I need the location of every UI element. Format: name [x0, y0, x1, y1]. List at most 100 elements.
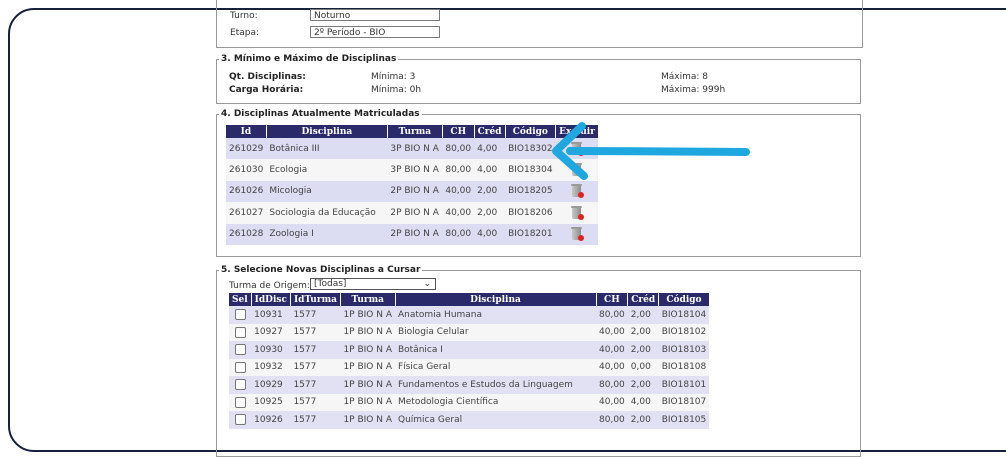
cell-codigo: BIO18101: [658, 376, 710, 394]
cell-id: 261030: [226, 159, 267, 181]
cell-ch: 40,00: [442, 180, 475, 203]
origin-select[interactable]: [Todas] ⌄: [310, 278, 436, 290]
col-disciplina: Disciplina: [266, 125, 388, 138]
cell-turma: 2P BIO N A: [387, 223, 443, 245]
cell-turma: 1P BIO N A: [340, 306, 395, 324]
new-course-row: 10927 1577 1P BIO N A Biologia Celular 40,00…: [229, 323, 710, 341]
trash-delete-icon[interactable]: [570, 205, 585, 221]
limits-legend: 3. Mínimo e Máximo de Disciplinas: [221, 54, 397, 64]
cell-codigo: BIO18107: [658, 393, 710, 411]
cell-turma: 1P BIO N A: [340, 358, 395, 376]
select-checkbox[interactable]: [234, 396, 246, 408]
cell-cred: 4,00: [474, 223, 506, 245]
cell-iddisc: 10930: [251, 341, 291, 359]
cell-disciplina: Ecologia: [266, 159, 388, 181]
cell-turma: 3P BIO N A: [387, 159, 443, 181]
col-codigo: Código: [658, 293, 710, 306]
cell-cred: 4,00: [474, 159, 506, 181]
enrolled-header-row: Id Disciplina Turma CH Créd Código Exclu…: [226, 125, 599, 138]
cell-ch: 80,00: [596, 306, 628, 324]
cell-sel: [229, 358, 252, 376]
cell-ch: 80,00: [442, 159, 475, 181]
select-checkbox[interactable]: [234, 326, 246, 338]
cell-cred: 4,00: [627, 393, 659, 411]
cell-iddisc: 10929: [251, 376, 291, 394]
turno-field: Noturno: [310, 9, 440, 21]
cell-cred: 0,00: [627, 358, 659, 376]
cell-disciplina: Anatomia Humana: [395, 306, 596, 324]
etapa-label: Etapa:: [230, 28, 259, 38]
cell-disciplina: Fundamentos e Estudos da Linguagem: [395, 376, 596, 394]
qt-max: Máxima: 8: [661, 72, 709, 82]
enrolled-row: 261026 Micologia 2P BIO N A 40,00 2,00 BIO182…: [226, 180, 599, 203]
cell-idturma: 1577: [290, 323, 341, 341]
cell-cred: 2,00: [627, 411, 659, 429]
cell-codigo: BIO18102: [658, 323, 710, 341]
new-course-row: 10931 1577 1P BIO N A Anatomia Humana 80,00 2…: [229, 306, 710, 324]
cell-sel: [229, 393, 252, 411]
new-courses-table: Sel IdDisc IdTurma Turma Disciplina CH C…: [229, 293, 710, 429]
cell-codigo: BIO18206: [505, 202, 556, 224]
cell-idturma: 1577: [290, 341, 341, 359]
cell-disciplina: Sociologia da Educação: [266, 202, 388, 224]
cell-excluir: [555, 223, 599, 245]
cell-codigo: BIO18108: [658, 358, 710, 376]
select-checkbox[interactable]: [234, 309, 246, 321]
new-courses-header-row: Sel IdDisc IdTurma Turma Disciplina CH C…: [229, 293, 710, 306]
cell-idturma: 1577: [290, 376, 341, 394]
cell-turma: 1P BIO N A: [340, 376, 395, 394]
cell-disciplina: Micologia: [266, 180, 388, 203]
enrolled-row: 261030 Ecologia 3P BIO N A 80,00 4,00 BIO1830…: [226, 159, 599, 181]
limits-section: 3. Mínimo e Máximo de Disciplinas: [216, 54, 861, 104]
cell-ch: 40,00: [596, 358, 628, 376]
enrolled-row: 261029 Botânica III 3P BIO N A 80,00 4,00 BIO…: [226, 138, 599, 160]
new-course-row: 10930 1577 1P BIO N A Botânica I 40,00 2,00 BI…: [229, 341, 710, 359]
col-disciplina: Disciplina: [395, 293, 597, 306]
cell-sel: [229, 323, 252, 341]
col-ch: CH: [442, 125, 475, 138]
cell-turma: 2P BIO N A: [387, 202, 443, 224]
cell-codigo: BIO18201: [505, 223, 556, 245]
carga-horaria-label: Carga Horária:: [229, 85, 304, 95]
cell-iddisc: 10932: [251, 358, 291, 376]
cell-iddisc: 10925: [251, 393, 291, 411]
trash-delete-icon[interactable]: [570, 226, 585, 242]
cell-disciplina: Física Geral: [395, 358, 596, 376]
select-checkbox[interactable]: [234, 414, 246, 426]
cell-cred: 2,00: [474, 180, 506, 203]
cell-turma: 1P BIO N A: [340, 411, 395, 429]
col-sel: Sel: [229, 293, 252, 306]
new-course-row: 10925 1577 1P BIO N A Metodologia Científic…: [229, 393, 710, 411]
select-checkbox[interactable]: [234, 361, 246, 373]
col-idturma: IdTurma: [290, 293, 341, 306]
col-turma: Turma: [387, 125, 443, 138]
cell-ch: 80,00: [596, 376, 628, 394]
cell-ch: 40,00: [442, 202, 475, 224]
cell-iddisc: 10926: [251, 411, 291, 429]
cell-id: 261028: [226, 223, 267, 245]
cell-excluir: [555, 202, 599, 224]
enrolled-legend: 4. Disciplinas Atualmente Matriculadas: [221, 109, 420, 119]
cell-idturma: 1577: [290, 393, 341, 411]
cell-sel: [229, 306, 252, 324]
cell-cred: 2,00: [627, 306, 659, 324]
new-course-row: 10926 1577 1P BIO N A Química Geral 80,00 2,0…: [229, 411, 710, 429]
select-checkbox[interactable]: [234, 344, 246, 356]
select-checkbox[interactable]: [234, 379, 246, 391]
cell-ch: 40,00: [596, 323, 628, 341]
etapa-field: 2º Período - BIO: [310, 26, 440, 38]
cell-ch: 80,00: [596, 411, 628, 429]
cell-disciplina: Química Geral: [395, 411, 596, 429]
cell-codigo: BIO18105: [658, 411, 710, 429]
cell-cred: 2,00: [627, 323, 659, 341]
pointer-arrow-icon: [552, 122, 750, 180]
cell-disciplina: Botânica I: [395, 341, 596, 359]
cell-codigo: BIO18104: [658, 306, 710, 324]
cell-turma: 2P BIO N A: [387, 180, 443, 203]
cell-cred: 4,00: [474, 138, 506, 160]
col-id: Id: [226, 125, 267, 138]
ch-max: Máxima: 999h: [661, 85, 726, 95]
cell-turma: 1P BIO N A: [340, 341, 395, 359]
chevron-down-icon: ⌄: [423, 279, 431, 289]
qt-min: Mínima: 3: [371, 72, 416, 82]
